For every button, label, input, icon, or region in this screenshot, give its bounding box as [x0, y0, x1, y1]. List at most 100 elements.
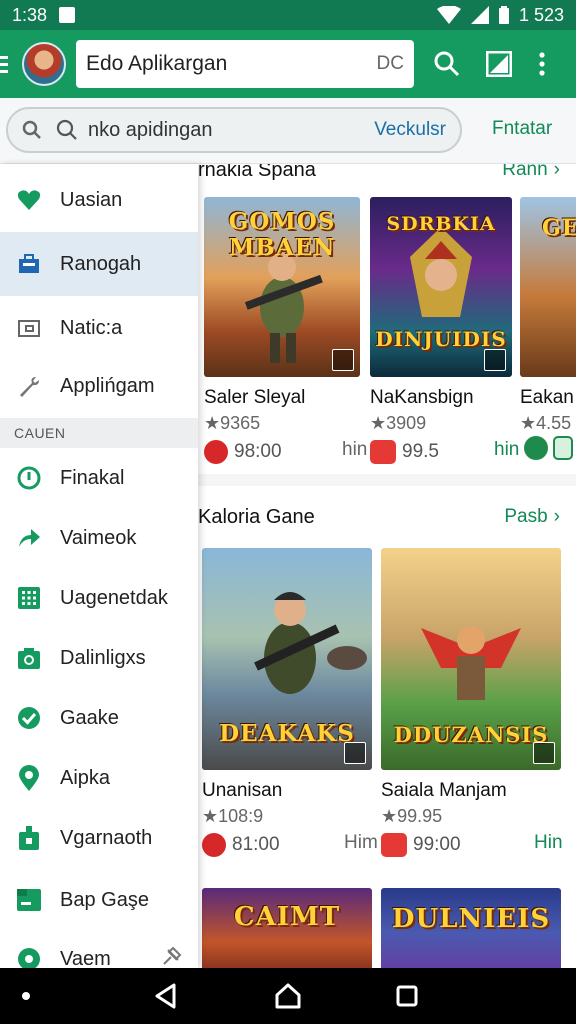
recents-icon[interactable]: [396, 985, 418, 1007]
search-icon[interactable]: [434, 51, 460, 77]
app-search-field[interactable]: Edo Aplikargan DC: [76, 40, 414, 88]
section-more-link[interactable]: Rann ›: [502, 164, 560, 181]
app-name: Unanisan: [202, 780, 283, 801]
drawer-item-label: Uasian: [60, 188, 123, 211]
search-pill[interactable]: nko apidingan Veckulsr: [6, 107, 462, 153]
publisher-icon: [553, 436, 573, 460]
drawer-item-label: Gaake: [60, 706, 119, 729]
notification-icon: [59, 7, 76, 23]
game-logo-secondary: DINJUIDIS: [375, 327, 507, 351]
info-circle-icon: [16, 465, 42, 491]
app-thumbnail: DULNIEIS: [381, 888, 561, 968]
app-rating: ★108:9: [202, 806, 264, 826]
navigation-drawer: Uasian Ranogah Natic:a Applińgam CAUEN F…: [0, 164, 198, 968]
app-thumbnail: DDUZANSIS: [381, 548, 561, 770]
app-bar: Edo Aplikargan DC: [0, 30, 576, 98]
app-rating: ★99.95: [381, 806, 443, 826]
app-card[interactable]: DEAKAKS Unanisan ★108:9 81:00: [202, 548, 372, 857]
drawer-item-label: Applińgam: [60, 374, 155, 397]
app-search-suffix[interactable]: DC: [377, 53, 404, 75]
game-logo: GE: [542, 215, 576, 241]
filter-button[interactable]: Fntatar: [492, 118, 552, 140]
drawer-item[interactable]: Dalinligxs: [0, 628, 198, 688]
avatar[interactable]: [22, 42, 66, 86]
drawer-item[interactable]: Aipka: [0, 748, 198, 808]
grid-icon: [16, 585, 42, 611]
bag-icon: [16, 825, 42, 851]
app-card[interactable]: DDUZANSIS Saiala Manjam ★99.95 99:00: [381, 548, 561, 857]
more-label: Pasb: [504, 506, 548, 527]
drawer-item-label: Dalinligxs: [60, 646, 146, 669]
app-card[interactable]: GOMOS MBAEN Saler Sleyal ★9365 98:00: [204, 197, 360, 464]
app-card[interactable]: CAIMT: [202, 888, 372, 968]
publisher-icon: [381, 833, 407, 857]
app-card[interactable]: GE Eakan ★4.55: [520, 197, 576, 434]
app-thumbnail: SDRBKIA DINJUIDIS: [370, 197, 512, 377]
signal-icon: [470, 6, 489, 24]
app-name: Eakan: [520, 387, 574, 408]
more-label: Rann: [502, 164, 548, 180]
pin-icon[interactable]: [162, 946, 182, 968]
home-icon[interactable]: [274, 982, 302, 1010]
drawer-item-label: Ranogah: [60, 252, 142, 275]
drawer-item-label: Vgarnaoth: [60, 826, 153, 849]
publisher-icon: [524, 436, 548, 460]
app-thumbnail: DEAKAKS: [202, 548, 372, 770]
menu-icon[interactable]: [0, 55, 14, 73]
app-card[interactable]: SDRBKIA DINJUIDIS NaKansbign ★3909 99.5: [370, 197, 512, 464]
content-area: rnakia Spana Rann › GOMOS MBAEN Saler Sle…: [198, 164, 576, 968]
search-link[interactable]: Veckulsr: [374, 119, 446, 141]
section-header: Kaloria Gane Pasb ›: [198, 504, 576, 530]
drawer-item[interactable]: Vgarnaoth: [0, 808, 198, 868]
back-icon[interactable]: [154, 983, 178, 1009]
app-name: NaKansbign: [370, 387, 474, 408]
drawer-item[interactable]: Natic:a: [0, 296, 198, 360]
drawer-section-header: CAUEN: [0, 418, 198, 448]
more-vert-icon[interactable]: [538, 52, 546, 76]
app-thumbnail: GOMOS MBAEN: [204, 197, 360, 377]
hin-label: Him: [344, 832, 378, 853]
app-rating: ★3909: [370, 413, 427, 433]
section-category: Kaloria Gane Pasb › DEAKAKS Unanisan ★108…: [198, 486, 576, 876]
drawer-item[interactable]: Vaimeok: [0, 508, 198, 568]
price-label: 81:00: [232, 834, 280, 855]
status-bar: 1:38 1 523: [0, 0, 576, 30]
drawer-item[interactable]: Bap Gaşe: [0, 868, 198, 932]
search-query: nko apidingan: [88, 118, 213, 141]
install-badge-icon: [484, 349, 506, 371]
signal-box-icon[interactable]: [486, 51, 512, 77]
hin-label: hin: [342, 439, 368, 460]
install-badge-icon: [344, 742, 366, 764]
nav-dot-icon: [22, 992, 30, 1000]
drawer-item-label: Vaimeok: [60, 526, 137, 549]
game-logo: DULNIEIS: [391, 904, 551, 934]
drawer-item[interactable]: Uagenetdak: [0, 568, 198, 628]
app-card[interactable]: DULNIEIS: [381, 888, 561, 968]
status-time: 1:38: [12, 4, 48, 25]
install-badge-icon: [332, 349, 354, 371]
chevron-right-icon: ›: [553, 164, 560, 180]
briefcase-icon: [16, 251, 42, 277]
app-name: Saler Sleyal: [204, 387, 306, 408]
price-label: 98:00: [234, 441, 282, 462]
search-row: nko apidingan Veckulsr: [0, 98, 576, 164]
game-logo: CAIMT: [233, 902, 341, 932]
drawer-item-label: Vaem: [60, 947, 111, 969]
search-icon: [22, 120, 41, 139]
folder-icon: [16, 315, 42, 341]
price-label: 99.5: [402, 441, 439, 462]
chevron-right-icon: ›: [553, 506, 560, 527]
wrench-icon: [16, 373, 42, 399]
drawer-item[interactable]: Finakal: [0, 448, 198, 508]
section-more-games: CAIMT DULNIEIS: [198, 876, 576, 968]
drawer-item[interactable]: Applińgam: [0, 356, 198, 416]
drawer-item-label: Natic:a: [60, 316, 123, 339]
drawer-item-active[interactable]: Ranogah: [0, 232, 198, 296]
drawer-item-label: Aipka: [60, 766, 111, 789]
section-more-link[interactable]: Pasb ›: [504, 506, 560, 528]
game-logo: SDRBKIA: [386, 213, 496, 235]
drawer-item[interactable]: Vaem: [0, 934, 198, 968]
publisher-icon: [202, 833, 226, 857]
drawer-item[interactable]: Gaake: [0, 688, 198, 748]
drawer-item[interactable]: Uasian: [0, 168, 198, 232]
